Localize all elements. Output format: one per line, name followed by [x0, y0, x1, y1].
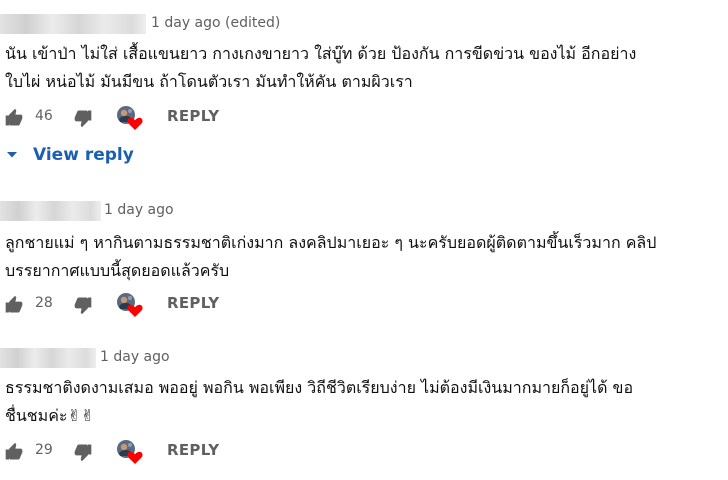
view-reply-toggle[interactable]: View reply: [5, 144, 205, 168]
reply-button[interactable]: REPLY: [167, 107, 219, 125]
like-count: 29: [35, 442, 53, 458]
comment-text-line: ธรรมชาติงดงามเสมอ พออยู่ พอกิน พอเพียง ว…: [5, 378, 634, 397]
author-name-blurred[interactable]: [0, 348, 96, 368]
thumbs-up-icon[interactable]: [4, 108, 24, 128]
comment-actions: 28 REPLY: [0, 290, 728, 320]
thumbs-down-icon[interactable]: [73, 295, 93, 315]
comment-text: ธรรมชาติงดงามเสมอ พออยู่ พอกิน พอเพียง ว…: [5, 374, 725, 430]
comment-text: นัน เข้าป่า ไม่ใส่ เสื้อแขนยาว กางเกงขาย…: [5, 40, 725, 96]
comment-text-line: ชื่นชมค่ะ✌✌: [5, 406, 95, 425]
creator-heart-icon: [127, 304, 143, 317]
comment-text-line: ใบไผ่ หน่อไม้ มันมีขน ถ้าโดนตัวเรา มันทำ…: [5, 72, 413, 91]
like-count: 28: [35, 295, 53, 311]
thumbs-down-icon[interactable]: [73, 442, 93, 462]
creator-heart-icon: [127, 451, 143, 464]
creator-heart-badge: [116, 292, 144, 318]
reply-button[interactable]: REPLY: [167, 441, 219, 459]
comment-text-line: ลูกชายแม่ ๆ หากินตามธรรมชาติเก่งมาก ลงคล…: [5, 233, 657, 252]
comment-actions: 29 REPLY: [0, 437, 728, 467]
like-count: 46: [35, 108, 53, 124]
comment-actions: 46 REPLY: [0, 103, 728, 133]
author-name-blurred[interactable]: [0, 201, 101, 221]
comment-timestamp[interactable]: 1 day ago: [104, 202, 174, 218]
thumbs-up-icon[interactable]: [4, 442, 24, 462]
comment-timestamp[interactable]: 1 day ago: [100, 349, 170, 365]
comment-timestamp[interactable]: 1 day ago (edited): [151, 15, 280, 31]
creator-heart-badge: [116, 105, 144, 131]
thumbs-down-icon[interactable]: [73, 108, 93, 128]
comment-text-line: นัน เข้าป่า ไม่ใส่ เสื้อแขนยาว กางเกงขาย…: [5, 44, 637, 63]
comment-text: ลูกชายแม่ ๆ หากินตามธรรมชาติเก่งมาก ลงคล…: [5, 229, 725, 285]
author-name-blurred[interactable]: [0, 14, 146, 34]
thumbs-up-icon[interactable]: [4, 295, 24, 315]
creator-heart-badge: [116, 439, 144, 465]
view-reply-label: View reply: [33, 145, 134, 165]
comment-text-line: บรรยากาศแบบนี้สุดยอดแล้วครับ: [5, 261, 230, 280]
creator-heart-icon: [127, 117, 143, 130]
caret-down-icon: [7, 152, 17, 158]
reply-button[interactable]: REPLY: [167, 294, 219, 312]
